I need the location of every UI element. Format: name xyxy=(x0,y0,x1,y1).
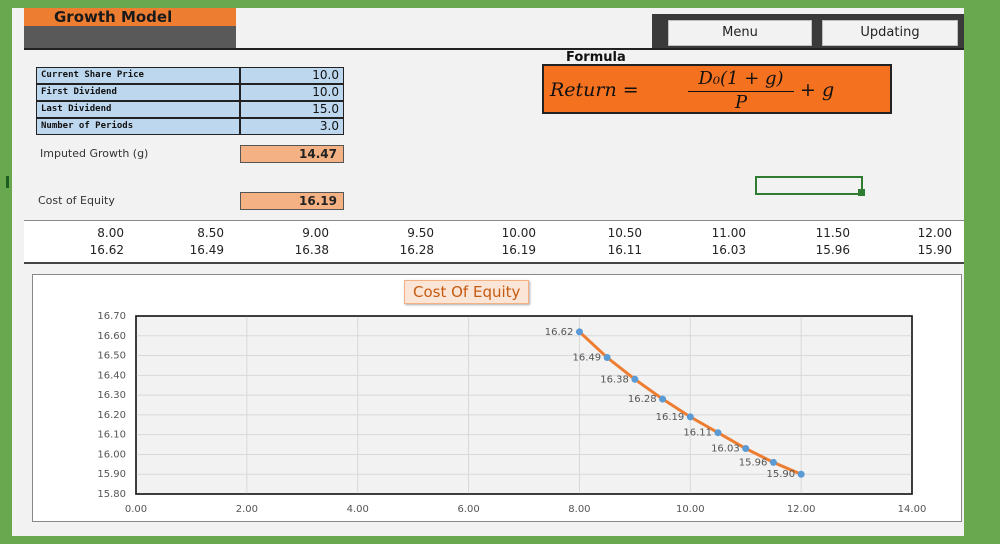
y-tick-label: 16.20 xyxy=(97,410,126,421)
imputed-growth-label: Imputed Growth (g) xyxy=(40,147,149,160)
title-underband xyxy=(24,26,236,48)
y-tick-label: 16.40 xyxy=(97,370,126,381)
data-point xyxy=(575,328,583,336)
input-periods[interactable]: 3.0 xyxy=(240,118,344,135)
cost-of-equity-value[interactable]: 16.19 xyxy=(240,192,344,210)
y-tick-label: 15.80 xyxy=(97,489,126,500)
page-title: Growth Model xyxy=(24,8,236,26)
data-label: 16.62 xyxy=(545,327,574,338)
input-share-price[interactable]: 10.0 xyxy=(240,67,344,84)
x-tick-label: 14.00 xyxy=(898,504,927,515)
cost-cell[interactable]: 16.11 xyxy=(582,243,642,257)
cost-cell[interactable]: 15.90 xyxy=(892,243,952,257)
input-first-dividend[interactable]: 10.0 xyxy=(240,84,344,101)
y-tick-label: 16.70 xyxy=(97,311,126,322)
data-label: 15.90 xyxy=(767,469,796,480)
row-marker xyxy=(6,176,9,188)
price-cell[interactable]: 11.00 xyxy=(686,226,746,240)
cost-cell[interactable]: 16.28 xyxy=(374,243,434,257)
cost-cell[interactable]: 15.96 xyxy=(790,243,850,257)
y-tick-label: 16.00 xyxy=(97,449,126,460)
x-tick-label: 8.00 xyxy=(568,504,590,515)
menu-button[interactable]: Menu xyxy=(668,20,812,46)
price-cell[interactable]: 10.50 xyxy=(582,226,642,240)
data-label: 16.11 xyxy=(683,428,712,439)
formula-numerator: D₀(1 + g) xyxy=(698,68,784,89)
data-label: 15.96 xyxy=(739,457,768,468)
price-cell[interactable]: 12.00 xyxy=(892,226,952,240)
input-label-first-dividend: First Dividend xyxy=(36,84,240,101)
input-label-share-price: Current Share Price xyxy=(36,67,240,84)
x-tick-label: 12.00 xyxy=(787,504,816,515)
data-label: 16.38 xyxy=(600,374,629,385)
input-last-dividend[interactable]: 15.0 xyxy=(240,101,344,118)
y-tick-label: 16.30 xyxy=(97,390,126,401)
data-point xyxy=(797,470,805,478)
price-cell[interactable]: 8.50 xyxy=(164,226,224,240)
y-tick-label: 16.60 xyxy=(97,331,126,342)
price-cell[interactable]: 9.50 xyxy=(374,226,434,240)
y-tick-label: 16.10 xyxy=(97,430,126,441)
price-cell[interactable]: 9.00 xyxy=(269,226,329,240)
formula-rhs: + g xyxy=(800,79,835,101)
price-cell[interactable]: 11.50 xyxy=(790,226,850,240)
input-label-periods: Number of Periods xyxy=(36,118,240,135)
x-tick-label: 4.00 xyxy=(347,504,369,515)
data-label: 16.03 xyxy=(711,444,740,455)
data-point xyxy=(742,445,750,453)
plot-area xyxy=(135,315,913,495)
data-point xyxy=(769,458,777,466)
formula-box: Return = D₀(1 + g) P + g xyxy=(542,64,892,114)
cost-cell[interactable]: 16.62 xyxy=(64,243,124,257)
price-cell[interactable]: 8.00 xyxy=(64,226,124,240)
data-point xyxy=(631,375,639,383)
selected-cell[interactable] xyxy=(755,176,863,195)
data-label: 16.19 xyxy=(656,412,685,423)
formula-denominator: P xyxy=(734,92,748,113)
cost-of-equity-chart[interactable]: 0.00 2.00 4.00 6.00 8.00 10.00 12.00 14.00 15.80… xyxy=(32,274,960,520)
data-point xyxy=(603,354,611,362)
data-point xyxy=(714,429,722,437)
fill-handle[interactable] xyxy=(858,189,865,196)
formula-title: Formula xyxy=(566,50,626,65)
data-label: 16.49 xyxy=(573,353,602,364)
x-tick-label: 10.00 xyxy=(676,504,705,515)
cost-cell[interactable]: 16.49 xyxy=(164,243,224,257)
input-label-last-dividend: Last Dividend xyxy=(36,101,240,118)
y-tick-label: 15.90 xyxy=(97,469,126,480)
cost-cell[interactable]: 16.38 xyxy=(269,243,329,257)
x-tick-label: 2.00 xyxy=(236,504,258,515)
y-tick-label: 16.50 xyxy=(97,351,126,362)
cost-cell[interactable]: 16.19 xyxy=(476,243,536,257)
price-cell[interactable]: 10.00 xyxy=(476,226,536,240)
cost-of-equity-label: Cost of Equity xyxy=(38,194,115,207)
header-divider xyxy=(24,48,964,50)
data-point xyxy=(686,413,694,421)
imputed-growth-value[interactable]: 14.47 xyxy=(240,145,344,163)
updating-button[interactable]: Updating xyxy=(822,20,958,46)
x-tick-label: 0.00 xyxy=(125,504,147,515)
data-label: 16.28 xyxy=(628,394,657,405)
data-point xyxy=(659,395,667,403)
cost-cell[interactable]: 16.03 xyxy=(686,243,746,257)
x-tick-label: 6.00 xyxy=(457,504,479,515)
formula-lhs: Return = xyxy=(550,79,639,101)
header-strip xyxy=(236,14,652,48)
